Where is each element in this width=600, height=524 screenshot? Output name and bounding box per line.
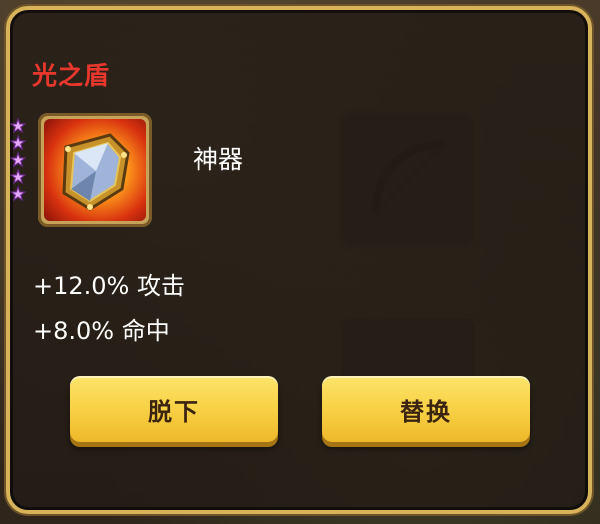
item-quality: 神器	[193, 145, 244, 174]
item-star-rating: ★ ★ ★ ★ ★	[10, 117, 40, 205]
item-name: 光之盾	[32, 61, 111, 90]
shield-icon	[62, 133, 130, 211]
star-icon: ★	[10, 184, 27, 205]
replace-button[interactable]: 替换	[322, 376, 530, 442]
unequip-button[interactable]: 脱下	[70, 376, 278, 442]
item-slot	[38, 113, 152, 227]
item-stat-attack: +12.0% 攻击	[33, 272, 185, 300]
item-stat-accuracy: +8.0% 命中	[33, 317, 170, 345]
